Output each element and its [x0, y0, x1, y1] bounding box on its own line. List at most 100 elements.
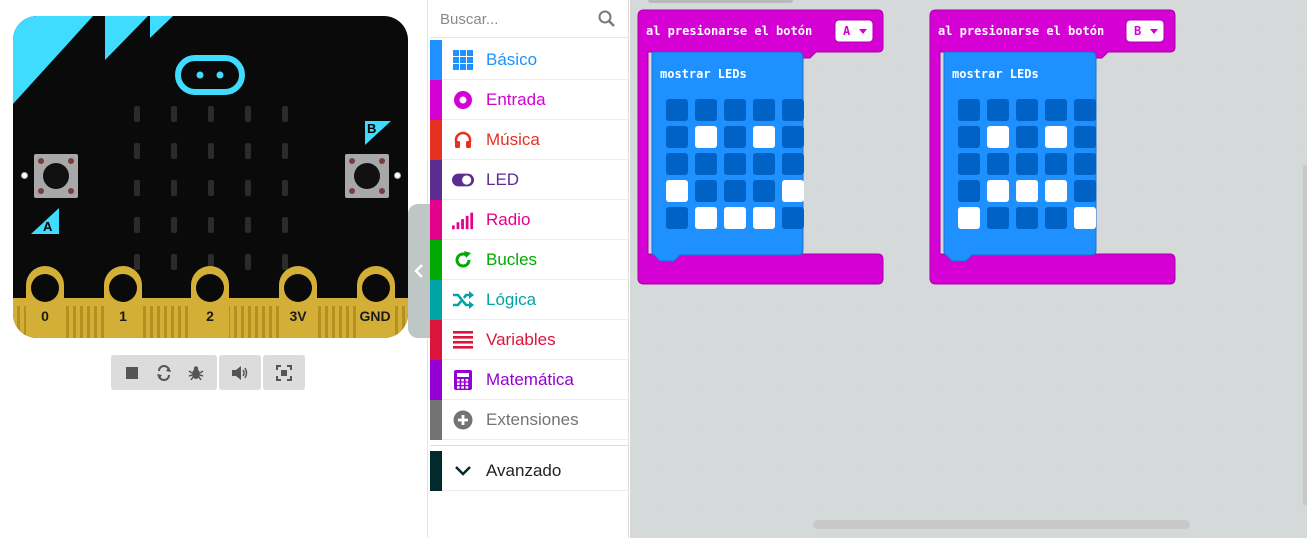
led-cell[interactable] — [958, 126, 980, 148]
led-cell[interactable] — [782, 126, 804, 148]
led-cell[interactable] — [958, 180, 980, 202]
pin-1-label[interactable]: 1 — [101, 308, 145, 324]
board-led — [171, 143, 177, 159]
led-cell[interactable] — [987, 153, 1009, 175]
fullscreen-button[interactable] — [269, 358, 299, 388]
led-cell[interactable] — [1074, 126, 1096, 148]
led-cell[interactable] — [958, 153, 980, 175]
led-cell[interactable] — [782, 153, 804, 175]
board-led — [171, 254, 177, 270]
led-cell[interactable] — [753, 180, 775, 202]
led-cell[interactable] — [1045, 153, 1067, 175]
led-cell[interactable] — [666, 99, 688, 121]
sound-icon — [232, 365, 248, 380]
category-5[interactable]: Radio — [430, 199, 629, 240]
led-cell[interactable] — [1045, 126, 1067, 148]
led-cell[interactable] — [724, 180, 746, 202]
microbit-logo-icon[interactable] — [175, 55, 245, 95]
led-cell[interactable] — [695, 207, 717, 229]
pin-0-label[interactable]: 0 — [23, 308, 67, 324]
collapse-simulator-button[interactable] — [408, 204, 430, 338]
pin-2-label[interactable]: 2 — [188, 308, 232, 324]
category-1[interactable]: Básico — [430, 39, 629, 80]
led-cell[interactable] — [1045, 99, 1067, 121]
category-4[interactable]: LED — [430, 159, 629, 200]
category-2[interactable]: Entrada — [430, 79, 629, 120]
shuffle-icon — [452, 289, 474, 311]
led-cell[interactable] — [753, 99, 775, 121]
led-cell[interactable] — [1016, 126, 1038, 148]
led-cell[interactable] — [753, 207, 775, 229]
pin-3v-pad[interactable] — [279, 266, 317, 338]
led-cell[interactable] — [1074, 153, 1096, 175]
blocks-workspace[interactable]: al presionarse el botón Amostrar LEDs al p… — [630, 0, 1307, 538]
led-cell[interactable] — [1016, 207, 1038, 229]
led-cell[interactable] — [1074, 180, 1096, 202]
category-color-bar — [430, 199, 442, 240]
category-3[interactable]: Música — [430, 119, 629, 160]
led-cell[interactable] — [782, 207, 804, 229]
restart-button[interactable] — [149, 358, 179, 388]
horizontal-scrollbar[interactable] — [813, 520, 1190, 529]
led-cell[interactable] — [1045, 180, 1067, 202]
category-10[interactable]: Extensiones — [430, 399, 629, 440]
search-input[interactable] — [440, 6, 590, 32]
category-color-bar — [430, 279, 442, 320]
led-cell[interactable] — [1016, 153, 1038, 175]
led-cell[interactable] — [987, 207, 1009, 229]
led-cell[interactable] — [1074, 99, 1096, 121]
led-cell[interactable] — [782, 180, 804, 202]
led-cell[interactable] — [958, 207, 980, 229]
button-dropdown[interactable]: B — [1125, 19, 1165, 43]
simulator-panel: A B 0 1 2 3V GND — [0, 0, 428, 538]
on-button-pressed-block-b[interactable]: al presionarse el botón Bmostrar LEDs — [929, 9, 1176, 285]
button-a[interactable] — [34, 154, 78, 198]
led-cell[interactable] — [987, 180, 1009, 202]
debug-button[interactable] — [181, 358, 211, 388]
pin-2-pad[interactable] — [191, 266, 229, 338]
microbit-board[interactable]: A B 0 1 2 3V GND — [13, 16, 408, 338]
led-cell[interactable] — [695, 99, 717, 121]
sound-button[interactable] — [225, 358, 255, 388]
category-8[interactable]: Variables — [430, 319, 629, 360]
search-icon[interactable] — [598, 10, 616, 28]
led-cell[interactable] — [695, 180, 717, 202]
stop-button[interactable] — [117, 358, 147, 388]
category-6[interactable]: Bucles — [430, 239, 629, 280]
led-cell[interactable] — [724, 207, 746, 229]
led-cell[interactable] — [987, 99, 1009, 121]
led-cell[interactable] — [724, 99, 746, 121]
led-cell[interactable] — [695, 153, 717, 175]
category-9[interactable]: Matemática — [430, 359, 629, 400]
button-b[interactable] — [345, 154, 389, 198]
board-led — [208, 106, 214, 122]
button-dropdown[interactable]: A — [834, 19, 874, 43]
led-cell[interactable] — [987, 126, 1009, 148]
led-cell[interactable] — [666, 180, 688, 202]
pin-3v-label[interactable]: 3V — [276, 308, 320, 324]
pin-1-pad[interactable] — [104, 266, 142, 338]
led-cell[interactable] — [724, 126, 746, 148]
led-cell[interactable] — [666, 207, 688, 229]
headphones-icon — [452, 129, 474, 151]
pin-gnd-pad[interactable] — [357, 266, 395, 338]
led-cell[interactable] — [666, 153, 688, 175]
category-7[interactable]: Lógica — [430, 279, 629, 320]
led-cell[interactable] — [753, 126, 775, 148]
led-cell[interactable] — [753, 153, 775, 175]
led-cell[interactable] — [724, 153, 746, 175]
led-cell[interactable] — [1074, 207, 1096, 229]
led-cell[interactable] — [666, 126, 688, 148]
category-avanzado[interactable]: Avanzado — [430, 450, 629, 491]
pin-0-pad[interactable] — [26, 266, 64, 338]
led-cell[interactable] — [782, 99, 804, 121]
board-led — [245, 217, 251, 233]
pin-gnd-label[interactable]: GND — [353, 308, 397, 324]
led-cell[interactable] — [1045, 207, 1067, 229]
led-cell[interactable] — [1016, 180, 1038, 202]
on-button-pressed-block-a[interactable]: al presionarse el botón Amostrar LEDs — [637, 9, 884, 285]
led-cell[interactable] — [695, 126, 717, 148]
led-cell[interactable] — [1016, 99, 1038, 121]
vertical-scrollbar[interactable] — [1303, 165, 1307, 505]
led-cell[interactable] — [958, 99, 980, 121]
